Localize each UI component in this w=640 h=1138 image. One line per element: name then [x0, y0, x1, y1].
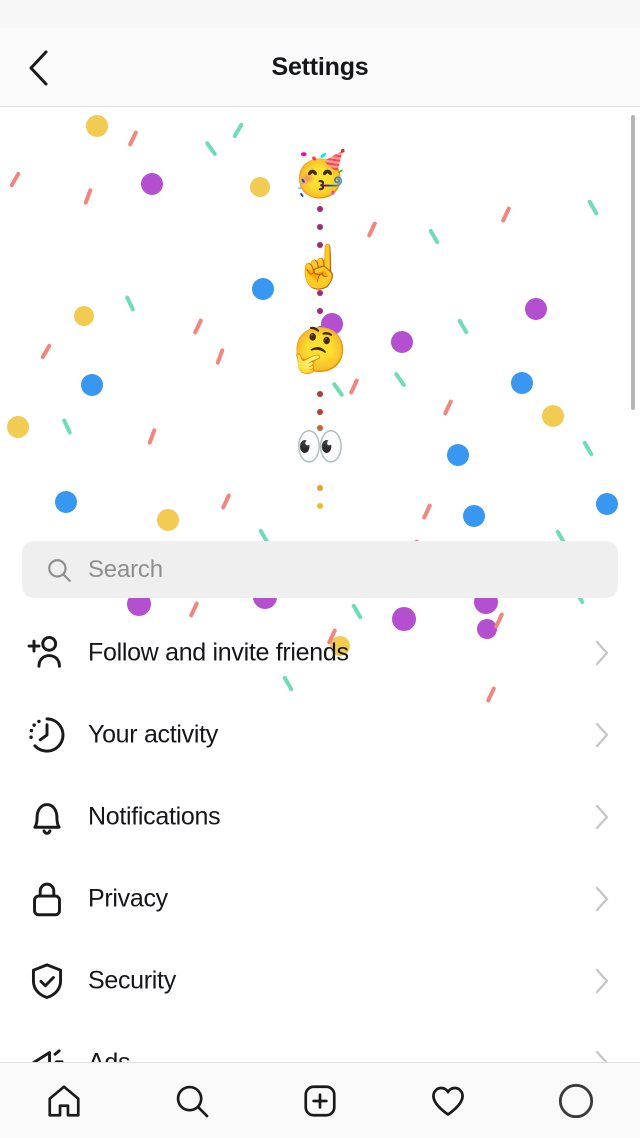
menu-item-follow-and-invite-friends[interactable]: Follow and invite friends — [0, 612, 640, 694]
nav-profile[interactable] — [536, 1071, 616, 1131]
confetti-dash — [220, 492, 232, 511]
confetti-dash — [215, 347, 225, 366]
confetti-dash — [582, 440, 594, 457]
menu-item-security[interactable]: Security — [0, 940, 640, 1022]
chevron-right-icon — [595, 722, 609, 748]
confetti-dash — [587, 199, 599, 216]
pointing-up-emoji: ☝️ — [293, 242, 347, 291]
emoji-chain-dot — [317, 224, 323, 230]
confetti-dash — [428, 228, 440, 245]
profile-circle-icon — [558, 1083, 594, 1118]
confetti-dot — [86, 115, 108, 137]
menu-item-label: Follow and invite friends — [88, 638, 349, 667]
confetti-dash — [83, 187, 93, 206]
confetti-dash — [232, 122, 244, 139]
menu-item-label: Your activity — [88, 720, 218, 749]
party-face-emoji: 🥳 — [292, 149, 348, 200]
confetti-dash — [421, 502, 433, 521]
confetti-dot — [511, 372, 533, 394]
confetti-dot — [157, 509, 179, 531]
menu-item-label: Security — [88, 966, 176, 995]
emoji-chain-dot — [317, 308, 323, 314]
confetti-dash — [9, 171, 21, 188]
confetti-dash — [124, 294, 136, 313]
chevron-right-icon — [594, 803, 610, 831]
settings-screen: Settings 🥳 ☝️ 🤔 👀 Search Follow and invite … — [0, 0, 640, 1138]
chevron-right-icon — [595, 886, 609, 912]
search-icon — [176, 1085, 209, 1117]
search-bar[interactable]: Search — [22, 541, 618, 598]
emoji-chain-dot — [317, 485, 323, 491]
home-icon — [48, 1084, 80, 1117]
confetti-dash — [61, 417, 73, 436]
status-bar — [0, 0, 640, 28]
confetti-dot — [81, 374, 103, 396]
confetti-dot — [252, 278, 274, 300]
confetti-dash — [331, 381, 345, 398]
confetti-dot — [250, 177, 270, 197]
vertical-scrollbar[interactable] — [631, 115, 635, 410]
menu-item-label: Notifications — [88, 802, 221, 831]
confetti-dash — [192, 317, 204, 336]
confetti-dot — [7, 416, 29, 438]
clock-activity-icon — [24, 712, 70, 758]
chevron-right-icon — [595, 640, 609, 666]
chevron-right-icon — [594, 639, 610, 667]
confetti-dot — [447, 444, 469, 466]
nav-search[interactable] — [152, 1071, 232, 1131]
confetti-dash — [442, 398, 454, 417]
confetti-dash — [366, 220, 378, 239]
emoji-chain-dot — [317, 409, 323, 415]
plus-square-icon — [304, 1084, 336, 1117]
confetti-dash — [393, 371, 407, 388]
chevron-right-icon — [594, 721, 610, 749]
confetti-dot — [74, 306, 94, 326]
confetti-dot — [542, 405, 564, 427]
confetti-dash — [204, 140, 218, 157]
app-header: Settings — [0, 28, 640, 107]
confetti-dash — [127, 129, 139, 148]
search-icon — [48, 558, 71, 582]
confetti-dot — [525, 298, 547, 320]
heart-icon — [432, 1086, 464, 1116]
menu-item-label: Privacy — [88, 884, 168, 913]
nav-home[interactable] — [24, 1071, 104, 1131]
thinking-face-emoji: 🤔 — [292, 325, 348, 376]
nav-activity[interactable] — [408, 1071, 488, 1131]
settings-menu: Follow and invite friends Your activity No… — [0, 612, 640, 1104]
emoji-chain-dot — [317, 391, 323, 397]
confetti-dot — [141, 173, 163, 195]
menu-item-notifications[interactable]: Notifications — [0, 776, 640, 858]
confetti-dot — [596, 493, 618, 515]
bottom-navigation — [0, 1062, 640, 1138]
confetti-dot — [463, 505, 485, 527]
confetti-dash — [348, 377, 360, 396]
search-input[interactable]: Search — [88, 556, 163, 584]
chevron-right-icon — [594, 967, 610, 995]
chevron-right-icon — [594, 885, 610, 913]
confetti-dash — [457, 318, 469, 335]
confetti-dash — [500, 205, 512, 224]
confetti-dash — [40, 343, 52, 360]
menu-item-your-activity[interactable]: Your activity — [0, 694, 640, 776]
shield-check-icon — [24, 958, 70, 1004]
eyes-emoji: 👀 — [295, 424, 345, 470]
page-title: Settings — [271, 53, 369, 81]
person-add-icon — [24, 630, 70, 676]
emoji-chain-dot — [317, 503, 323, 509]
chevron-right-icon — [595, 968, 609, 994]
menu-item-privacy[interactable]: Privacy — [0, 858, 640, 940]
confetti-dash — [147, 427, 157, 446]
chevron-right-icon — [595, 804, 609, 830]
lock-icon — [24, 876, 70, 922]
emoji-chain-dot — [317, 206, 323, 212]
confetti-dot — [55, 491, 77, 513]
bell-icon — [24, 794, 70, 840]
nav-create[interactable] — [280, 1071, 360, 1131]
confetti-dot — [391, 331, 413, 353]
